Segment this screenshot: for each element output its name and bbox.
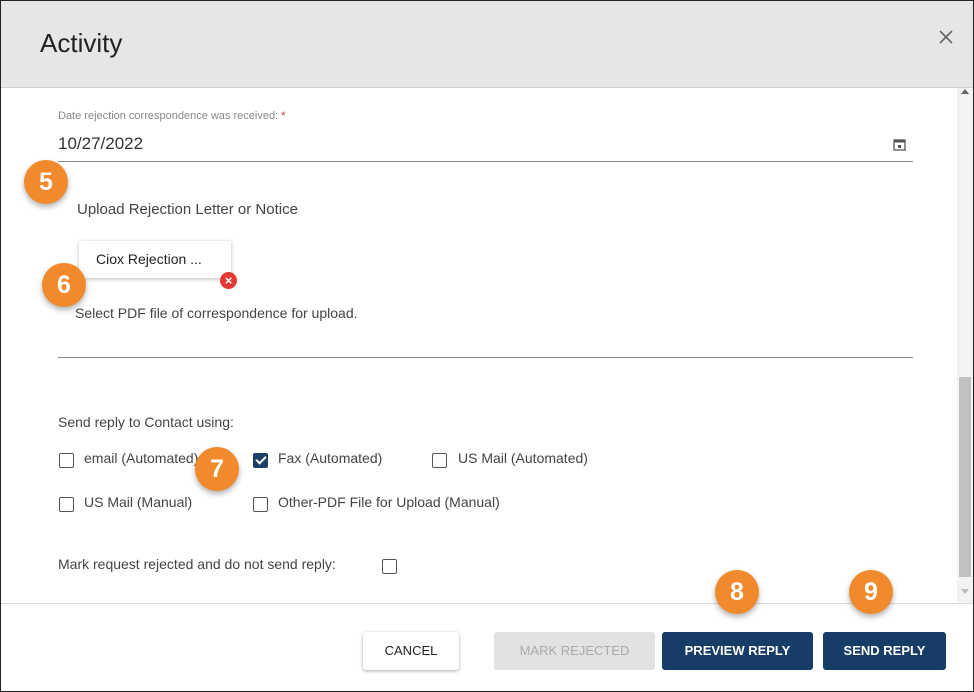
- date-field-label: Date rejection correspondence was receiv…: [58, 110, 285, 122]
- scrollbar[interactable]: [957, 88, 973, 603]
- required-marker: *: [281, 110, 286, 122]
- scroll-down-arrow-icon[interactable]: [961, 589, 969, 594]
- dialog-title: Activity: [40, 28, 123, 58]
- preview-reply-button[interactable]: PREVIEW REPLY: [662, 632, 813, 670]
- callout-badge-7: 7: [195, 447, 239, 491]
- callout-badge-6: 6: [42, 263, 86, 307]
- scrollbar-thumb[interactable]: [959, 377, 971, 577]
- option-email-automated-label: email (Automated): [84, 450, 199, 466]
- file-hint[interactable]: Select PDF file of correspondence for up…: [75, 305, 358, 321]
- option-fax-automated-label: Fax (Automated): [278, 450, 383, 466]
- callout-badge-5: 5: [24, 160, 68, 204]
- checkbox-usmail-manual[interactable]: [59, 497, 74, 512]
- send-reply-label: Send reply to Contact using:: [58, 414, 234, 430]
- option-usmail-manual-label: US Mail (Manual): [84, 494, 193, 510]
- remove-file-icon[interactable]: ×: [220, 272, 237, 289]
- activity-dialog: Activity Date rejection correspondence w…: [0, 0, 974, 692]
- file-chip-label: Ciox Rejection ...: [96, 251, 202, 267]
- checkbox-fax-automated[interactable]: [253, 453, 268, 468]
- date-input[interactable]: 10/27/2022: [58, 134, 143, 154]
- option-other-pdf-label: Other-PDF File for Upload (Manual): [278, 494, 500, 510]
- callout-badge-9: 9: [849, 570, 893, 614]
- upload-label: Upload Rejection Letter or Notice: [77, 201, 298, 218]
- checkbox-mark-rejected-only[interactable]: [382, 559, 397, 574]
- close-icon[interactable]: [934, 25, 958, 49]
- checkbox-other-pdf[interactable]: [253, 497, 268, 512]
- mark-rejected-button[interactable]: MARK REJECTED: [494, 632, 655, 670]
- dialog-content: Date rejection correspondence was receiv…: [1, 88, 957, 603]
- checkbox-usmail-automated[interactable]: [432, 453, 447, 468]
- file-field-underline: [58, 357, 913, 358]
- date-field-underline: [58, 161, 913, 162]
- dialog-header: Activity: [1, 1, 973, 88]
- scroll-up-arrow-icon[interactable]: [961, 89, 969, 94]
- date-field-label-text: Date rejection correspondence was receiv…: [58, 110, 279, 122]
- footer-divider: [1, 603, 973, 604]
- calendar-icon[interactable]: [893, 138, 906, 151]
- send-reply-button[interactable]: SEND REPLY: [823, 632, 946, 670]
- mark-rejected-only-label: Mark request rejected and do not send re…: [58, 556, 336, 572]
- file-chip[interactable]: Ciox Rejection ...: [79, 241, 231, 278]
- option-usmail-automated-label: US Mail (Automated): [458, 450, 588, 466]
- callout-badge-8: 8: [715, 570, 759, 614]
- checkbox-email-automated[interactable]: [59, 453, 74, 468]
- cancel-button[interactable]: CANCEL: [363, 632, 459, 670]
